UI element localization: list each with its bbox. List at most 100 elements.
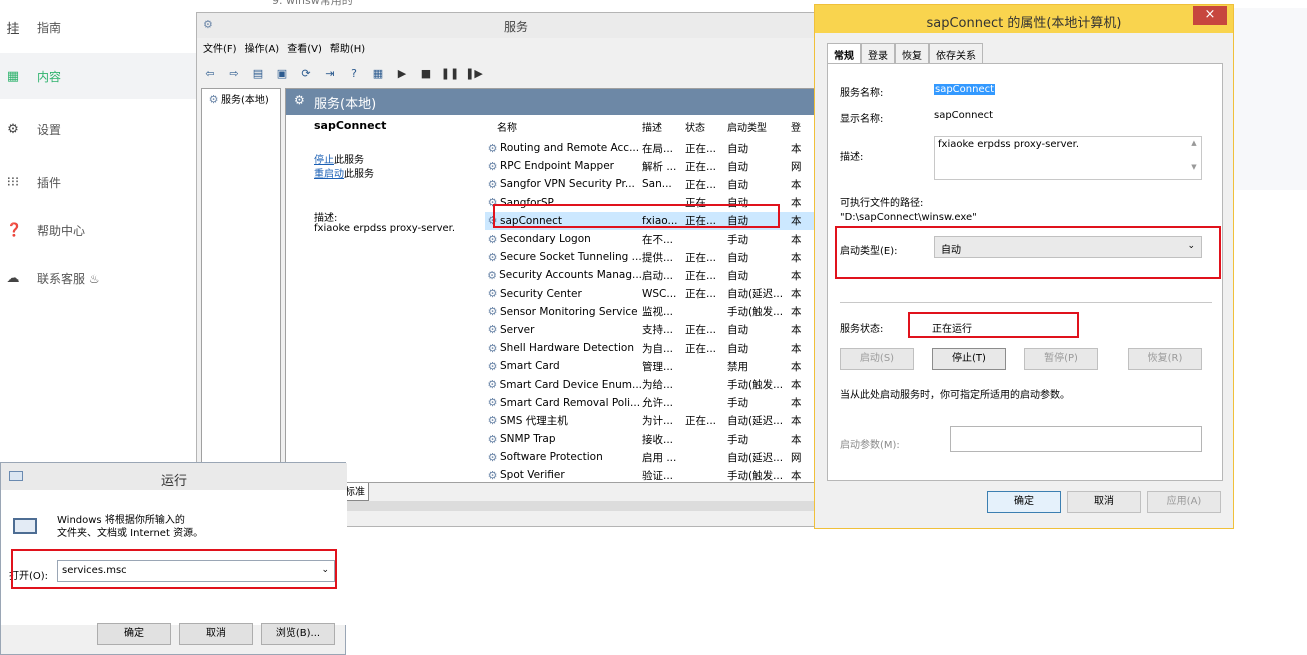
menu-view[interactable]: 查看(V) [287, 40, 322, 60]
service-logon-cell: 本 [791, 288, 802, 301]
list-header: 名称 描述 状态 启动类型 登 [485, 115, 836, 137]
nav-item-plugins[interactable]: ⁝⁝⁝ 插件 [0, 159, 196, 205]
service-row[interactable]: ⚙ Server 支持... 正在... 自动本 [485, 321, 836, 339]
resume-button[interactable]: 恢复(R) [1128, 348, 1202, 370]
service-row[interactable]: ⚙ Security Center WSC... 正在... 自动(延迟... 本 [485, 285, 836, 303]
service-name-cell: ⚙ SNMP Trap [485, 433, 642, 446]
tab-recovery[interactable]: 恢复 [895, 43, 929, 63]
properties-titlebar[interactable]: sapConnect 的属性(本地计算机) × [815, 5, 1233, 33]
startup-type-select[interactable]: 自动 ⌄ [934, 236, 1202, 258]
service-row[interactable]: ⚙ Software Protection 启用 ... 自动(延迟... 网 [485, 448, 836, 466]
doc-right-panel [1234, 8, 1307, 190]
column-name[interactable]: 名称 [485, 119, 642, 134]
restart-service-link[interactable]: 重启动 [314, 169, 344, 180]
ok-button[interactable]: 确定 [987, 491, 1061, 513]
tab-dependencies[interactable]: 依存关系 [929, 43, 983, 63]
stop-icon[interactable]: ■ [417, 64, 435, 82]
stop-service-link-row: 停止此服务 [314, 151, 364, 166]
view-icon[interactable]: ▦ [369, 64, 387, 82]
service-row[interactable]: ⚙ Spot Verifier 验证... 手动(触发... 本 [485, 466, 836, 482]
nav-item-help[interactable]: ❓ 帮助中心 [0, 207, 196, 253]
tab-general[interactable]: 常规 [827, 43, 861, 63]
description-scrollbar[interactable]: ▲ ▼ [1189, 139, 1199, 177]
description-field[interactable]: fxiaoke erpdss proxy-server. ▲ ▼ [934, 136, 1202, 180]
gear-icon: ⚙ [487, 159, 498, 173]
nav-item-contact[interactable]: ☁ 联系客服 ♨ [0, 255, 196, 301]
service-row[interactable]: ⚙ Sangfor VPN Security Pr... San... 正在... 自动… [485, 175, 836, 193]
menu-action[interactable]: 操作(A) [245, 40, 280, 60]
service-row[interactable]: ⚙ Smart Card 管理... 禁用本 [485, 357, 836, 375]
service-row[interactable]: ⚙ Secure Socket Tunneling ... 提供... 正在... 自动… [485, 248, 836, 266]
nav-item-settings[interactable]: ⚙ 设置 [0, 106, 196, 152]
column-logon[interactable]: 登 [791, 119, 811, 134]
chevron-down-icon[interactable]: ⌄ [321, 565, 329, 575]
pause-icon[interactable]: ❚❚ [441, 64, 459, 82]
export-icon[interactable]: ⇥ [321, 64, 339, 82]
run-titlebar[interactable]: 运行 [1, 463, 347, 490]
run-cancel-button[interactable]: 取消 [179, 623, 253, 645]
service-row[interactable]: ⚙ Secondary Logon 在不... 手动本 [485, 230, 836, 248]
service-name-cell: ⚙ Sensor Monitoring Service [485, 305, 642, 318]
browse-button[interactable]: 浏览(B)... [261, 623, 335, 645]
run-ok-button[interactable]: 确定 [97, 623, 171, 645]
service-row[interactable]: ⚙ Shell Hardware Detection 为自... 正在... 自动本 [485, 339, 836, 357]
service-startup-cell: 自动(延迟... [727, 288, 784, 301]
service-row[interactable]: ⚙ Smart Card Device Enum... 为给... 手动(触发... 本 [485, 375, 836, 393]
start-icon[interactable]: ▶ [393, 64, 411, 82]
start-button[interactable]: 启动(S) [840, 348, 914, 370]
service-logon-cell: 本 [791, 178, 802, 191]
service-row[interactable]: ⚙ SMS 代理主机 为计... 正在... 自动(延迟... 本 [485, 412, 836, 430]
properties-body: 服务名称: sapConnect 显示名称: sapConnect 描述: fx… [827, 63, 1223, 481]
open-input-value: services.msc [62, 565, 127, 576]
column-status[interactable]: 状态 [685, 119, 727, 134]
services-titlebar[interactable]: ⚙ 服务 [197, 13, 835, 38]
service-row[interactable]: ⚙ SangforSP 正在... 自动 本 [485, 194, 836, 212]
stop-button[interactable]: 停止(T) [932, 348, 1006, 370]
service-status-cell: 正在... [685, 324, 717, 337]
column-startup-type[interactable]: 启动类型 [727, 119, 791, 134]
service-row[interactable]: ⚙ sapConnect fxiao... 正在... 自动本 [485, 211, 836, 230]
service-name-cell: ⚙ SMS 代理主机 [485, 413, 642, 428]
gear-icon: ⚙ [208, 93, 219, 106]
menu-help[interactable]: 帮助(H) [330, 40, 365, 60]
menu-file[interactable]: 文件(F) [203, 40, 237, 60]
horizontal-scrollbar[interactable] [285, 501, 837, 511]
service-description-cell: 启用 ... [642, 451, 677, 464]
service-row[interactable]: ⚙ Security Accounts Manag... 启动... 正在... 自动 本 [485, 266, 836, 284]
service-name-value[interactable]: sapConnect [934, 84, 996, 95]
service-row[interactable]: ⚙ Routing and Remote Acc... 在局... 正在... 自动 本 [485, 139, 836, 157]
gear-icon: ⚙ [487, 359, 498, 373]
nav-item-content[interactable]: ▦ 内容 [0, 53, 196, 99]
service-row[interactable]: ⚙ RPC Endpoint Mapper 解析 ... 正在... 自动网 [485, 157, 836, 175]
service-row[interactable]: ⚙ Smart Card Removal Poli... 允许... 手动 本 [485, 394, 836, 412]
column-description[interactable]: 描述 [642, 119, 685, 134]
gear-icon: ⚙ [487, 396, 498, 410]
service-startup-cell: 自动 [727, 215, 748, 228]
doc-sidebar: 挂 指南 ▦ 内容 ⚙ 设置 ⁝⁝⁝ 插件 ❓ 帮助中心 ☁ 联系客服 ♨ [0, 0, 196, 460]
service-status-cell: 正在... [685, 215, 717, 228]
nav-item-guide[interactable]: 挂 指南 [0, 4, 196, 50]
refresh-icon[interactable]: ⟳ [297, 64, 315, 82]
detail-pane: ⚙ 服务(本地) sapConnect 停止此服务 重启动此服务 描述: fxi… [285, 88, 837, 483]
apply-button[interactable]: 应用(A) [1147, 491, 1221, 513]
cancel-button[interactable]: 取消 [1067, 491, 1141, 513]
close-button[interactable]: × [1193, 6, 1227, 25]
service-description-cell: 为给... [642, 379, 674, 392]
service-row[interactable]: ⚙ SNMP Trap 接收... 手动本 [485, 430, 836, 448]
gear-icon: ⚙ [487, 341, 498, 355]
console-tree-icon[interactable]: ▤ [249, 64, 267, 82]
tree-item-services-local[interactable]: ⚙ 服务(本地) [206, 91, 269, 106]
service-row[interactable]: ⚙ Sensor Monitoring Service 监视... 手动(触发... 本 [485, 303, 836, 321]
open-input[interactable]: services.msc ⌄ [57, 560, 335, 582]
properties-icon[interactable]: ▣ [273, 64, 291, 82]
forward-icon[interactable]: ⇨ [225, 64, 243, 82]
help-icon[interactable]: ? [345, 64, 363, 82]
display-name-value[interactable]: sapConnect [934, 110, 993, 121]
run-description-line: Windows 将根据你所输入的 [57, 515, 185, 526]
tab-logon[interactable]: 登录 [861, 43, 895, 63]
start-params-input[interactable] [950, 426, 1202, 452]
pause-button[interactable]: 暂停(P) [1024, 348, 1098, 370]
restart-icon[interactable]: ❚▶ [465, 64, 483, 82]
service-logon-cell: 本 [791, 433, 802, 446]
back-icon[interactable]: ⇦ [201, 64, 219, 82]
